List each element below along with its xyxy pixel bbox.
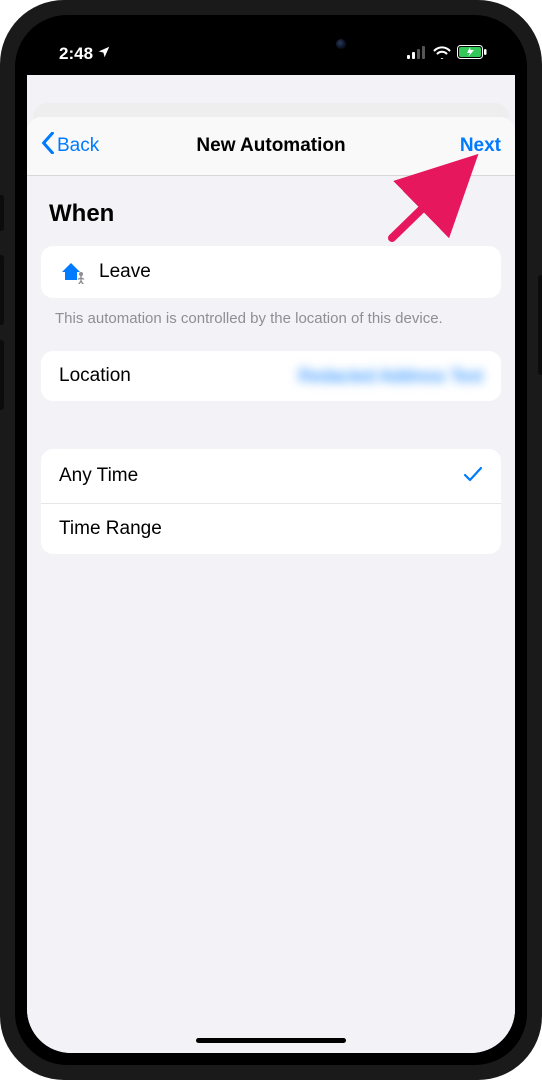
- next-button[interactable]: Next: [460, 135, 501, 157]
- location-label: Location: [59, 365, 131, 387]
- cellular-signal-icon: [407, 44, 427, 64]
- checkmark-icon: [463, 463, 483, 489]
- trigger-label: Leave: [99, 261, 151, 283]
- section-header-when: When: [27, 176, 515, 240]
- time-option-any-time[interactable]: Any Time: [41, 449, 501, 503]
- front-camera: [336, 39, 346, 49]
- back-label: Back: [57, 135, 99, 157]
- location-card[interactable]: Location Redacted Address Text: [41, 351, 501, 401]
- time-option-label: Any Time: [59, 465, 138, 487]
- time-option-label: Time Range: [59, 518, 162, 540]
- location-services-icon: [97, 44, 111, 64]
- page-title: New Automation: [27, 135, 515, 157]
- battery-icon: [457, 44, 487, 64]
- time-options-card: Any Time Time Range: [41, 449, 501, 554]
- trigger-card[interactable]: Leave: [41, 246, 501, 298]
- status-time: 2:48: [59, 44, 93, 64]
- location-value: Redacted Address Text: [298, 366, 483, 387]
- time-option-time-range[interactable]: Time Range: [41, 503, 501, 554]
- home-leave-icon: [59, 260, 89, 284]
- wifi-icon: [433, 44, 451, 64]
- navigation-bar: Back New Automation Next: [27, 117, 515, 176]
- home-indicator[interactable]: [196, 1038, 346, 1043]
- back-button[interactable]: Back: [41, 132, 99, 160]
- chevron-left-icon: [41, 132, 55, 160]
- trigger-footnote: This automation is controlled by the loc…: [27, 298, 515, 329]
